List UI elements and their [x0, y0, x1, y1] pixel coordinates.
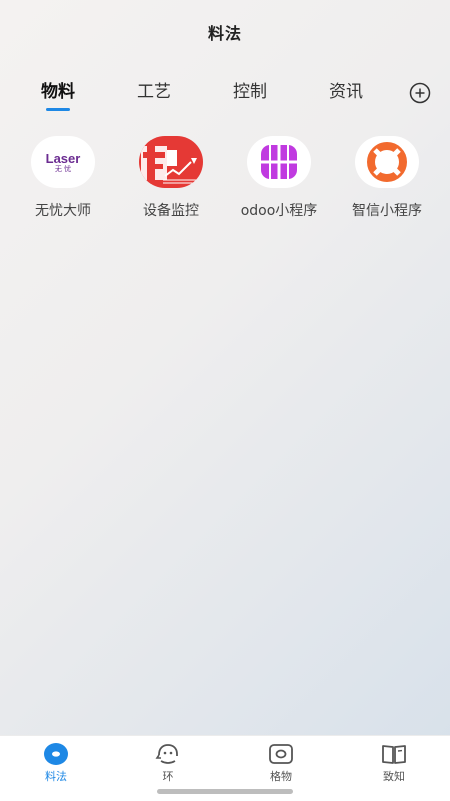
app-equipment-monitor[interactable]: 设备监控 [117, 136, 225, 220]
title-bar: 料法 [0, 0, 450, 64]
home-indicator [157, 789, 293, 794]
nav-item-huan[interactable]: 环 [112, 742, 224, 784]
nav-item-liaofa[interactable]: 料法 [0, 742, 112, 784]
app-label: 智信小程序 [352, 200, 422, 220]
nav-item-zhizhi[interactable]: 致知 [338, 742, 450, 784]
lifebuoy-icon [355, 136, 419, 188]
book-icon [381, 742, 407, 766]
equipment-monitor-icon [139, 136, 203, 188]
nav-label: 料法 [45, 768, 67, 784]
app-label: odoo小程序 [241, 200, 318, 220]
eye-dot-icon [43, 742, 69, 766]
laser-logo-icon: Laser 无 忧 [31, 136, 95, 188]
nav-label: 环 [163, 768, 174, 784]
tab-control[interactable]: 控制 [210, 74, 290, 110]
app-zhixin[interactable]: 智信小程序 [333, 136, 441, 220]
nav-item-gewu[interactable]: 格物 [225, 742, 337, 784]
app-wuyou-master[interactable]: Laser 无 忧 无忧大师 [9, 136, 117, 220]
tab-news[interactable]: 资讯 [306, 74, 386, 110]
plus-circle-icon[interactable] [409, 82, 431, 104]
camera-icon [268, 742, 294, 766]
active-tab-indicator [46, 108, 70, 111]
nav-label: 格物 [270, 768, 292, 784]
face-icon [155, 742, 181, 766]
app-label: 设备监控 [143, 200, 199, 220]
tab-process[interactable]: 工艺 [114, 74, 194, 110]
app-odoo[interactable]: odoo小程序 [225, 136, 333, 220]
grid-apps-icon [247, 136, 311, 188]
category-tabs: 物料 工艺 控制 资讯 [0, 74, 450, 114]
nav-label: 致知 [383, 768, 405, 784]
app-grid: Laser 无 忧 无忧大师 设备监控 [0, 136, 450, 236]
app-label: 无忧大师 [35, 200, 91, 220]
page-title: 料法 [208, 20, 242, 44]
tab-materials[interactable]: 物料 [18, 74, 98, 110]
